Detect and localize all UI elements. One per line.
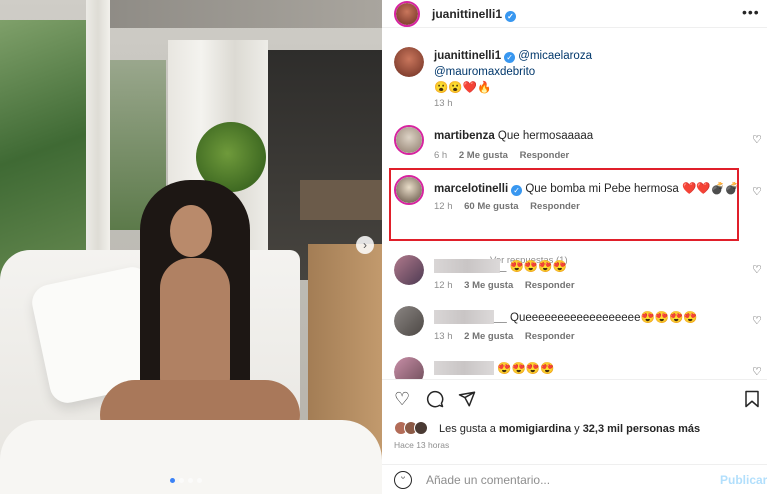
author-username[interactable]: juanittinelli1 ✓ (432, 7, 517, 22)
photo-ceiling (90, 0, 382, 28)
liker-avatars[interactable] (394, 421, 434, 435)
caption-emojis: 😮😮❤️🔥 (434, 82, 492, 94)
likes-count[interactable]: 32,3 mil personas más (583, 423, 700, 435)
comments-list[interactable]: juanittinelli1 ✓ @micaelaroza @mauromaxde… (382, 29, 767, 379)
post-time[interactable]: Hace 13 horas (394, 440, 449, 450)
comment-input[interactable] (426, 470, 706, 490)
reply-button[interactable]: Responder (525, 280, 575, 291)
blurred-username (434, 310, 494, 324)
blurred-username (434, 259, 500, 273)
comment-likes[interactable]: 2 Me gusta (459, 150, 508, 161)
caption-avatar[interactable] (394, 47, 424, 77)
more-options-icon[interactable]: ••• (742, 4, 760, 20)
verified-badge-icon: ✓ (504, 52, 516, 63)
post-comment-button[interactable]: Publicar (720, 473, 767, 487)
share-send-icon[interactable] (458, 390, 476, 411)
liker-avatar (414, 421, 428, 435)
like-comment-heart-icon[interactable]: ♡ (752, 133, 762, 146)
comment-text: Queeeeeeeeeeeeeeeeee😍😍😍😍 (510, 312, 698, 324)
likes-text: Les gusta a momigiardina y 32,3 mil pers… (439, 423, 700, 435)
carousel-dot (188, 478, 193, 483)
caption-username[interactable]: juanittinelli1 (434, 50, 501, 62)
reply-button[interactable]: Responder (525, 331, 575, 342)
comment-text: Que hermosaaaaa (497, 130, 594, 142)
post-photo[interactable]: › (0, 0, 382, 494)
photo-person-face (170, 205, 212, 257)
highlight-box (389, 168, 739, 241)
photo-shelf (300, 180, 382, 220)
carousel-dot (197, 478, 202, 483)
comment-avatar[interactable] (394, 357, 424, 379)
like-comment-heart-icon[interactable]: ♡ (752, 185, 762, 198)
comment-composer: ᵕ Publicar (382, 464, 767, 494)
verified-badge-icon: ✓ (505, 11, 517, 22)
comment-time: 12 h (434, 280, 453, 291)
post-sidebar: juanittinelli1 ✓ ••• juanittinelli1 ✓ @mic… (382, 0, 767, 494)
comment-username[interactable]: __ (494, 312, 507, 324)
caption-mention[interactable]: @mauromaxdebrito (434, 66, 535, 78)
next-photo-icon[interactable]: › (356, 236, 374, 254)
liker-username[interactable]: momigiardina (499, 423, 571, 435)
comment-username[interactable]: martibenza (434, 130, 495, 142)
comment-likes[interactable]: 3 Me gusta (464, 280, 513, 291)
post-actions: ♡ (382, 379, 767, 419)
comment-likes[interactable]: 2 Me gusta (464, 331, 513, 342)
likes-prefix: Les gusta a (439, 423, 499, 435)
save-bookmark-icon[interactable] (744, 390, 760, 411)
author-avatar[interactable] (394, 1, 420, 27)
carousel-dot (170, 478, 175, 483)
comment-text: 😍😍😍😍 (497, 363, 555, 375)
comment-text: 😍😍😍😍 (509, 261, 567, 273)
comment-time: 13 h (434, 331, 453, 342)
caption-mention[interactable]: @micaelaroza (518, 50, 592, 62)
emoji-icon[interactable]: ᵕ (394, 471, 412, 489)
like-heart-icon[interactable]: ♡ (394, 390, 410, 408)
carousel-dot (179, 478, 184, 483)
like-comment-heart-icon[interactable]: ♡ (752, 365, 762, 378)
comment-avatar[interactable] (394, 255, 424, 285)
comment-username[interactable]: _ (500, 261, 506, 273)
comment-bubble-icon[interactable] (426, 390, 444, 411)
author-username-text[interactable]: juanittinelli1 (432, 7, 502, 21)
like-comment-heart-icon[interactable]: ♡ (752, 263, 762, 276)
carousel-dots (170, 478, 202, 483)
blurred-username (434, 361, 494, 375)
comment-avatar[interactable] (394, 125, 424, 155)
caption-time: 13 h (434, 98, 453, 109)
comment-time: 6 h (434, 150, 448, 161)
likes-summary: Les gusta a momigiardina y 32,3 mil pers… (382, 418, 767, 438)
likes-connector: y (571, 423, 583, 435)
reply-button[interactable]: Responder (520, 150, 570, 161)
comment-avatar[interactable] (394, 306, 424, 336)
post-header: juanittinelli1 ✓ ••• (382, 0, 767, 28)
like-comment-heart-icon[interactable]: ♡ (752, 314, 762, 327)
